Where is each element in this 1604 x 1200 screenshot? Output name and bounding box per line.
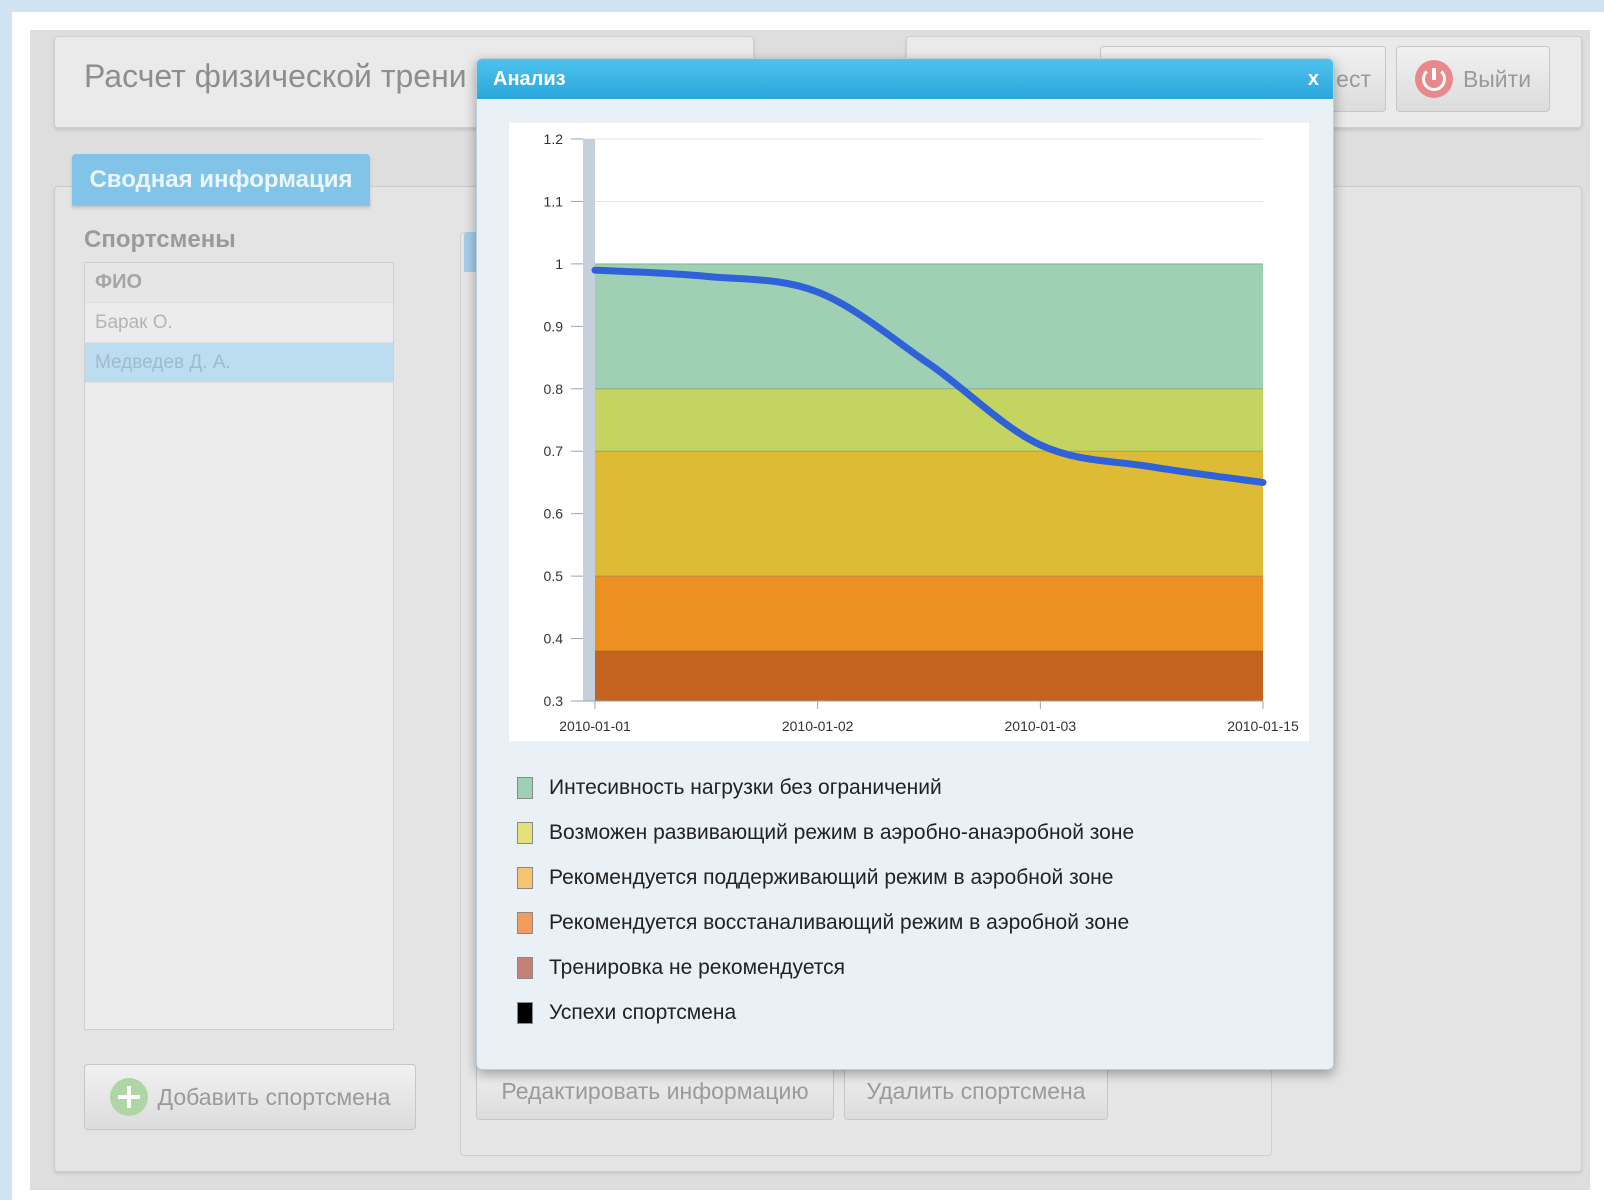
legend-swatch bbox=[517, 776, 533, 799]
x-tick-label-0: 2010-01-01 bbox=[559, 718, 631, 734]
plus-icon bbox=[109, 1078, 148, 1116]
analysis-chart: 0.3 0.4 0.5 0.6 0.7 0.8 0.9 1 1.1 1.2 2010-01-01 20… bbox=[544, 131, 1299, 734]
y-tick-label-5: 0.8 bbox=[544, 381, 564, 397]
legend-item: Возможен развивающий режим в аэробно-ана… bbox=[517, 810, 1134, 855]
legend-label: Рекомендуется восстаналивающий режим в а… bbox=[549, 910, 1130, 934]
y-tick-label-7: 1 bbox=[555, 256, 563, 272]
delete-athlete-label: Удалить спортсмена bbox=[866, 1077, 1086, 1104]
x-tick-label-2: 2010-01-03 bbox=[1005, 718, 1077, 734]
y-tick-label-9: 1.2 bbox=[544, 131, 564, 147]
exit-button-label: Выйти bbox=[1462, 65, 1532, 92]
x-tick-label-1: 2010-01-02 bbox=[782, 718, 854, 734]
athletes-table: ФИО Барак О. Медведев Д. А. bbox=[84, 262, 394, 1030]
y-tick-label-8: 1.1 bbox=[544, 193, 564, 209]
delete-athlete-button[interactable]: Удалить спортсмена bbox=[844, 1062, 1108, 1120]
y-tick-label-2: 0.5 bbox=[544, 568, 564, 584]
table-row-selected[interactable]: Медведев Д. А. bbox=[85, 343, 393, 383]
legend-item: Успехи спортсмена bbox=[517, 990, 1134, 1035]
app-title: Расчет физической трени bbox=[84, 58, 467, 94]
zone-band-4 bbox=[595, 263, 1263, 389]
legend-swatch bbox=[517, 911, 533, 934]
table-header-fio[interactable]: ФИО bbox=[85, 263, 393, 303]
y-tick-label-1: 0.4 bbox=[544, 631, 564, 647]
zone-band-3 bbox=[595, 388, 1263, 452]
close-icon[interactable]: x bbox=[1308, 68, 1319, 91]
legend-label: Тренировка не рекомендуется bbox=[549, 955, 846, 979]
y-tick-label-3: 0.6 bbox=[544, 506, 564, 522]
chart-area: 0.3 0.4 0.5 0.6 0.7 0.8 0.9 1 1.1 1.2 2010-01-01 20… bbox=[509, 123, 1309, 741]
edit-info-button[interactable]: Редактировать информацию bbox=[476, 1062, 834, 1120]
y-tick-label-6: 0.9 bbox=[544, 318, 564, 334]
legend-item: Рекомендуется поддерживающий режим в аэр… bbox=[517, 855, 1134, 900]
y-axis-strip bbox=[583, 139, 595, 701]
legend-item: Интесивность нагрузки без ограничений bbox=[517, 765, 1134, 810]
exit-button[interactable]: Выйти bbox=[1396, 46, 1550, 112]
legend-item: Тренировка не рекомендуется bbox=[517, 945, 1134, 990]
dialog-title: Анализ bbox=[493, 67, 566, 90]
legend-label: Интесивность нагрузки без ограничений bbox=[549, 775, 942, 799]
legend-label: Успехи спортсмена bbox=[549, 1000, 737, 1024]
athletes-section-title: Спортсмены bbox=[84, 226, 236, 253]
legend-swatch bbox=[517, 866, 533, 889]
y-tick-label-0: 0.3 bbox=[544, 693, 564, 709]
table-row[interactable]: Барак О. bbox=[85, 303, 393, 343]
legend-swatch bbox=[517, 956, 533, 979]
zone-band-1 bbox=[595, 576, 1263, 652]
add-athlete-label: Добавить спортсмена bbox=[157, 1083, 391, 1110]
x-tick-label-3: 2010-01-15 bbox=[1227, 718, 1299, 734]
legend-swatch bbox=[517, 1001, 533, 1024]
dialog-header[interactable]: Анализ x bbox=[477, 59, 1333, 99]
partial-button-label: ест bbox=[1336, 65, 1371, 92]
legend-item: Рекомендуется восстаналивающий режим в а… bbox=[517, 900, 1134, 945]
edit-info-label: Редактировать информацию bbox=[501, 1077, 809, 1104]
legend-label: Возможен развивающий режим в аэробно-ана… bbox=[549, 820, 1135, 844]
tab-summary[interactable]: Сводная информация bbox=[72, 154, 370, 206]
zone-band-0 bbox=[595, 651, 1263, 701]
add-athlete-button[interactable]: Добавить спортсмена bbox=[84, 1064, 416, 1130]
y-tick-label-4: 0.7 bbox=[544, 443, 564, 459]
legend-label: Рекомендуется поддерживающий режим в аэр… bbox=[549, 865, 1114, 889]
power-icon bbox=[1414, 60, 1453, 98]
analysis-dialog: Анализ x 0.3 0.4 0.5 0.6 0.7 0.8 0.9 1 1.1 1.2 201… bbox=[476, 58, 1334, 1070]
legend-swatch bbox=[517, 821, 533, 844]
chart-legend: Интесивность нагрузки без ограничений Воз… bbox=[517, 765, 1134, 1035]
